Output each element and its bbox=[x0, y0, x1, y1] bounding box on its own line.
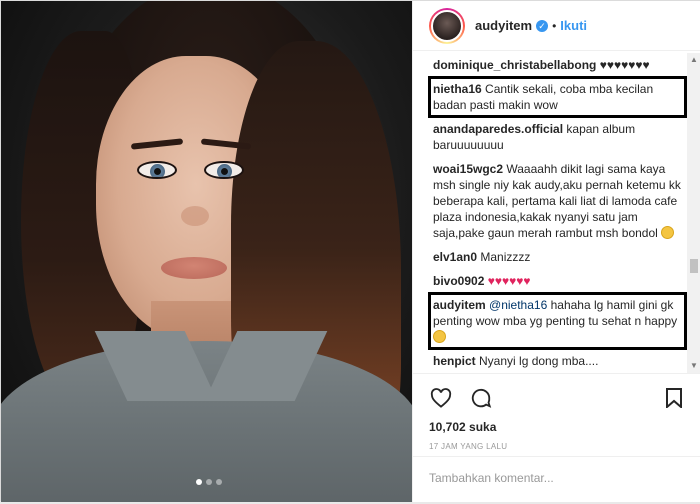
post-side-panel: audyitem ✓ • Ikuti dominique_christabell… bbox=[412, 1, 700, 502]
likes-count[interactable]: 10,702 suka bbox=[429, 420, 686, 434]
photo-lips bbox=[161, 257, 227, 279]
comment-text: ♥♥♥♥♥♥ bbox=[487, 274, 531, 288]
photo-nose bbox=[181, 206, 209, 226]
comment-item: elv1an0 Manizzzz bbox=[433, 249, 682, 265]
comment-username[interactable]: elv1an0 bbox=[433, 250, 477, 264]
comment-username[interactable]: dominique_christabellabong bbox=[433, 58, 596, 72]
comment-item: anandaparedes.official kapan album baruu… bbox=[433, 121, 682, 153]
comment-mention[interactable]: @nietha16 bbox=[489, 298, 547, 312]
add-comment-bar bbox=[413, 456, 700, 504]
post-actions: 10,702 suka 17 JAM YANG LALU bbox=[413, 373, 700, 503]
header-separator: • bbox=[552, 18, 557, 33]
comment-scrollbar[interactable]: ▲ ▼ bbox=[687, 53, 700, 373]
carousel-dots bbox=[196, 479, 222, 485]
avatar[interactable] bbox=[429, 7, 465, 44]
comment-item: bivo0902 ♥♥♥♥♥♥ bbox=[433, 273, 682, 289]
follow-button[interactable]: Ikuti bbox=[560, 18, 587, 33]
comment-item: henpict Nyanyi lg dong mba.... bbox=[433, 353, 682, 369]
comment-username[interactable]: bivo0902 bbox=[433, 274, 484, 288]
scroll-down-icon[interactable]: ▼ bbox=[687, 359, 700, 373]
comment-username[interactable]: henpict bbox=[433, 354, 476, 368]
comment-username[interactable]: audyitem bbox=[433, 298, 486, 312]
carousel-dot[interactable] bbox=[206, 479, 212, 485]
carousel-dot[interactable] bbox=[216, 479, 222, 485]
verified-badge-icon: ✓ bbox=[536, 19, 549, 32]
comment-item: woai15wgc2 Waaaahh dikit lagi sama kaya … bbox=[433, 161, 682, 241]
comment-item: dominique_christabellabong ♥♥♥♥♥♥♥ bbox=[433, 57, 682, 73]
header-username[interactable]: audyitem bbox=[475, 18, 532, 33]
smile-emoji-icon bbox=[433, 330, 446, 343]
post-dialog: audyitem ✓ • Ikuti dominique_christabell… bbox=[0, 0, 700, 502]
comment-list: dominique_christabellabong ♥♥♥♥♥♥♥ nieth… bbox=[413, 53, 696, 373]
smile-emoji-icon bbox=[661, 226, 675, 239]
post-timestamp[interactable]: 17 JAM YANG LALU bbox=[429, 442, 686, 451]
photo-left-eye bbox=[137, 161, 177, 179]
action-icons-row bbox=[429, 382, 686, 414]
comment-icon[interactable] bbox=[469, 386, 493, 410]
comment-text: Nyanyi lg dong mba.... bbox=[479, 354, 599, 368]
post-header: audyitem ✓ • Ikuti bbox=[413, 1, 700, 51]
bookmark-icon[interactable] bbox=[662, 386, 686, 410]
add-comment-input[interactable] bbox=[429, 471, 686, 485]
carousel-dot[interactable] bbox=[196, 479, 202, 485]
photo-shirt bbox=[1, 341, 412, 502]
comment-username[interactable]: woai15wgc2 bbox=[433, 162, 503, 176]
comment-item-highlighted: audyitem @nietha16 hahaha lg hamil gini … bbox=[428, 292, 687, 350]
comment-item-highlighted: nietha16 Cantik sekali, coba mba kecilan… bbox=[428, 76, 687, 118]
comment-username[interactable]: anandaparedes.official bbox=[433, 122, 563, 136]
comment-username[interactable]: nietha16 bbox=[433, 82, 482, 96]
scroll-thumb[interactable] bbox=[690, 259, 698, 273]
heart-icon[interactable] bbox=[429, 386, 453, 410]
comment-text: ♥♥♥♥♥♥♥ bbox=[599, 58, 650, 72]
photo-right-eye bbox=[204, 161, 244, 179]
comment-text: Manizzzz bbox=[480, 250, 531, 264]
post-photo[interactable] bbox=[1, 1, 412, 502]
scroll-up-icon[interactable]: ▲ bbox=[687, 53, 700, 67]
